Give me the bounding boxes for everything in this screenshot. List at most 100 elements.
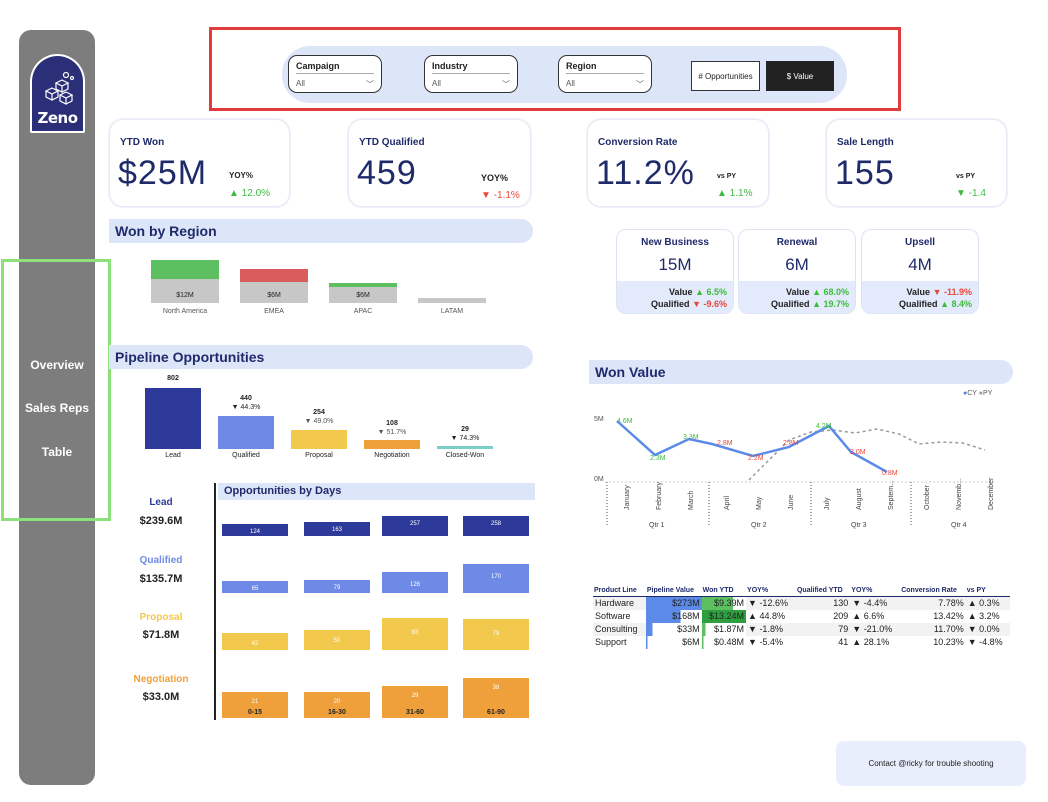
- obd-bar: 79: [304, 580, 370, 593]
- segment-card-upsell: Upsell 4M Value ▼ -11.9% Qualified ▲ 8.4…: [861, 229, 979, 314]
- stage-name-negotiation: Negotiation: [133, 674, 189, 685]
- segment-title: Renewal: [776, 237, 818, 248]
- divider: [214, 483, 216, 720]
- stage-name-lead: Lead: [149, 497, 173, 508]
- region-name: North America: [162, 308, 208, 315]
- stage-label: Proposal: [305, 452, 333, 459]
- nav-table[interactable]: Table: [19, 445, 95, 459]
- nav-sales-reps[interactable]: Sales Reps: [19, 401, 95, 415]
- legend-cy: CY: [967, 390, 977, 397]
- campaign-dropdown[interactable]: Campaign All ﹀: [288, 55, 382, 93]
- pipeline-title: Pipeline Opportunities: [109, 345, 533, 369]
- cell-qyoy: ▲ 6.6%: [852, 611, 885, 621]
- kpi-sub: YOY%: [481, 173, 509, 183]
- kpi-sub: vs PY: [956, 173, 976, 180]
- opps-by-days-title: Opportunities by Days: [218, 483, 535, 500]
- stage-value-lead: $239.6M: [139, 515, 183, 527]
- quarter-label: Qtr 1: [649, 522, 665, 529]
- col-header[interactable]: Product Line: [593, 585, 646, 597]
- month-label: June: [788, 495, 795, 510]
- cell-vspy: ▼ 0.0%: [965, 622, 1010, 636]
- kpi-delta: ▲ 12.0%: [229, 188, 271, 199]
- cell-won: $9.39M: [701, 596, 747, 610]
- segment-card-renewal: Renewal 6M Value ▲ 68.0% Qualified ▲ 19.…: [738, 229, 856, 314]
- stage-change: ▼ 49.0%: [304, 418, 334, 425]
- contact-note: Contact @ricky for trouble shooting: [836, 741, 1026, 786]
- funnel-bar-qualified: [218, 416, 274, 449]
- industry-label: Industry: [432, 61, 510, 74]
- cy-label: 2.0M: [850, 449, 866, 456]
- col-header[interactable]: Qualified YTD: [795, 585, 851, 597]
- industry-dropdown[interactable]: Industry All ﹀: [424, 55, 518, 93]
- cell-qyoy: ▼ -4.4%: [850, 596, 901, 610]
- stage-label: Closed-Won: [445, 452, 485, 459]
- cy-label: 4.2M: [816, 423, 832, 430]
- stage-value-proposal: $71.8M: [142, 629, 180, 641]
- opportunities-toggle-button[interactable]: # Opportunities: [691, 61, 760, 91]
- cell-vspy: ▲ 0.3%: [965, 596, 1010, 610]
- cell-conversion: 11.70%: [900, 622, 966, 636]
- quarter-label: Qtr 3: [851, 522, 867, 529]
- cell-conversion: 10.23%: [933, 637, 964, 647]
- kpi-value: $25M: [118, 154, 208, 192]
- cy-label: 2.8M: [783, 440, 799, 447]
- kpi-title: Sale Length: [837, 137, 894, 148]
- stage-label: Negotiation: [374, 452, 410, 459]
- obd-bar: 258: [463, 516, 529, 536]
- opps-by-days-grid: 124 163 257 258 65 79 126 170 42 50 83 7…: [218, 500, 535, 720]
- segment-card-new-business: New Business 15M Value ▲ 6.5% Qualified …: [616, 229, 734, 314]
- qualified-delta: ▲ 19.7%: [812, 299, 849, 309]
- won-by-region-title: Won by Region: [109, 219, 533, 243]
- stage-count: 108: [386, 420, 398, 427]
- cell-product: Software: [595, 611, 631, 621]
- quarter-label: Qtr 4: [951, 522, 967, 529]
- obd-bar: 257: [382, 516, 448, 536]
- col-header[interactable]: Pipeline Value: [645, 585, 702, 597]
- legend-py: PY: [983, 390, 993, 397]
- col-header[interactable]: YOY%: [746, 585, 796, 597]
- cy-line: [616, 420, 888, 474]
- segment-value: 6M: [785, 255, 809, 274]
- obd-bar: 83: [382, 618, 448, 650]
- value-delta: ▲ 6.5%: [695, 287, 727, 297]
- chevron-down-icon: ﹀: [636, 80, 644, 89]
- col-header[interactable]: vs PY: [965, 585, 1010, 597]
- bucket-label: 0-15: [247, 709, 262, 716]
- kpi-delta: ▲ 1.1%: [717, 188, 753, 199]
- col-header[interactable]: Conversion Rate: [900, 585, 966, 597]
- qualified-label: Qualified: [899, 299, 938, 309]
- kpi-ytd-won: YTD Won $25M YOY% ▲ 12.0%: [109, 119, 290, 207]
- chevron-down-icon: ﹀: [366, 80, 374, 89]
- industry-value: All: [432, 79, 441, 88]
- cell-vspy: ▼ -4.8%: [967, 637, 1003, 647]
- stage-count: 254: [313, 409, 325, 416]
- obd-bar: 42: [222, 633, 288, 650]
- month-label: December: [988, 477, 995, 510]
- region-name: LATAM: [440, 308, 464, 315]
- cell-yoy: ▼ -5.4%: [748, 637, 783, 647]
- nav-overview[interactable]: Overview: [19, 358, 95, 372]
- month-label: July: [824, 497, 831, 510]
- cy-label: 0.8M: [882, 470, 898, 477]
- cy-label: 2.3M: [650, 455, 666, 462]
- cell-yoy: ▲ 44.8%: [748, 611, 785, 621]
- bucket-label: 16-30: [328, 709, 346, 716]
- obd-bar: 163: [304, 522, 370, 536]
- segment-title: New Business: [641, 237, 709, 248]
- stage-value-qualified: $135.7M: [139, 573, 183, 585]
- quarter-label: Qtr 2: [751, 522, 767, 529]
- kpi-title: Conversion Rate: [598, 137, 678, 148]
- cy-label: 3.3M: [683, 434, 699, 441]
- stage-change: ▼ 44.3%: [231, 404, 261, 411]
- cell-pipeline: $6M: [645, 635, 702, 649]
- cell-conversion: 7.78%: [900, 596, 966, 610]
- col-header[interactable]: Won YTD: [701, 585, 747, 597]
- kpi-delta: ▼ -1.1%: [481, 190, 520, 201]
- py-line: [748, 428, 986, 481]
- col-header[interactable]: YOY%: [850, 585, 901, 597]
- kpi-value: 155: [835, 154, 895, 192]
- region-dropdown[interactable]: Region All ﹀: [558, 55, 652, 93]
- qualified-label: Qualified: [651, 299, 690, 309]
- value-toggle-button[interactable]: $ Value: [766, 61, 834, 91]
- cell-vspy: ▲ 3.2%: [967, 611, 1000, 621]
